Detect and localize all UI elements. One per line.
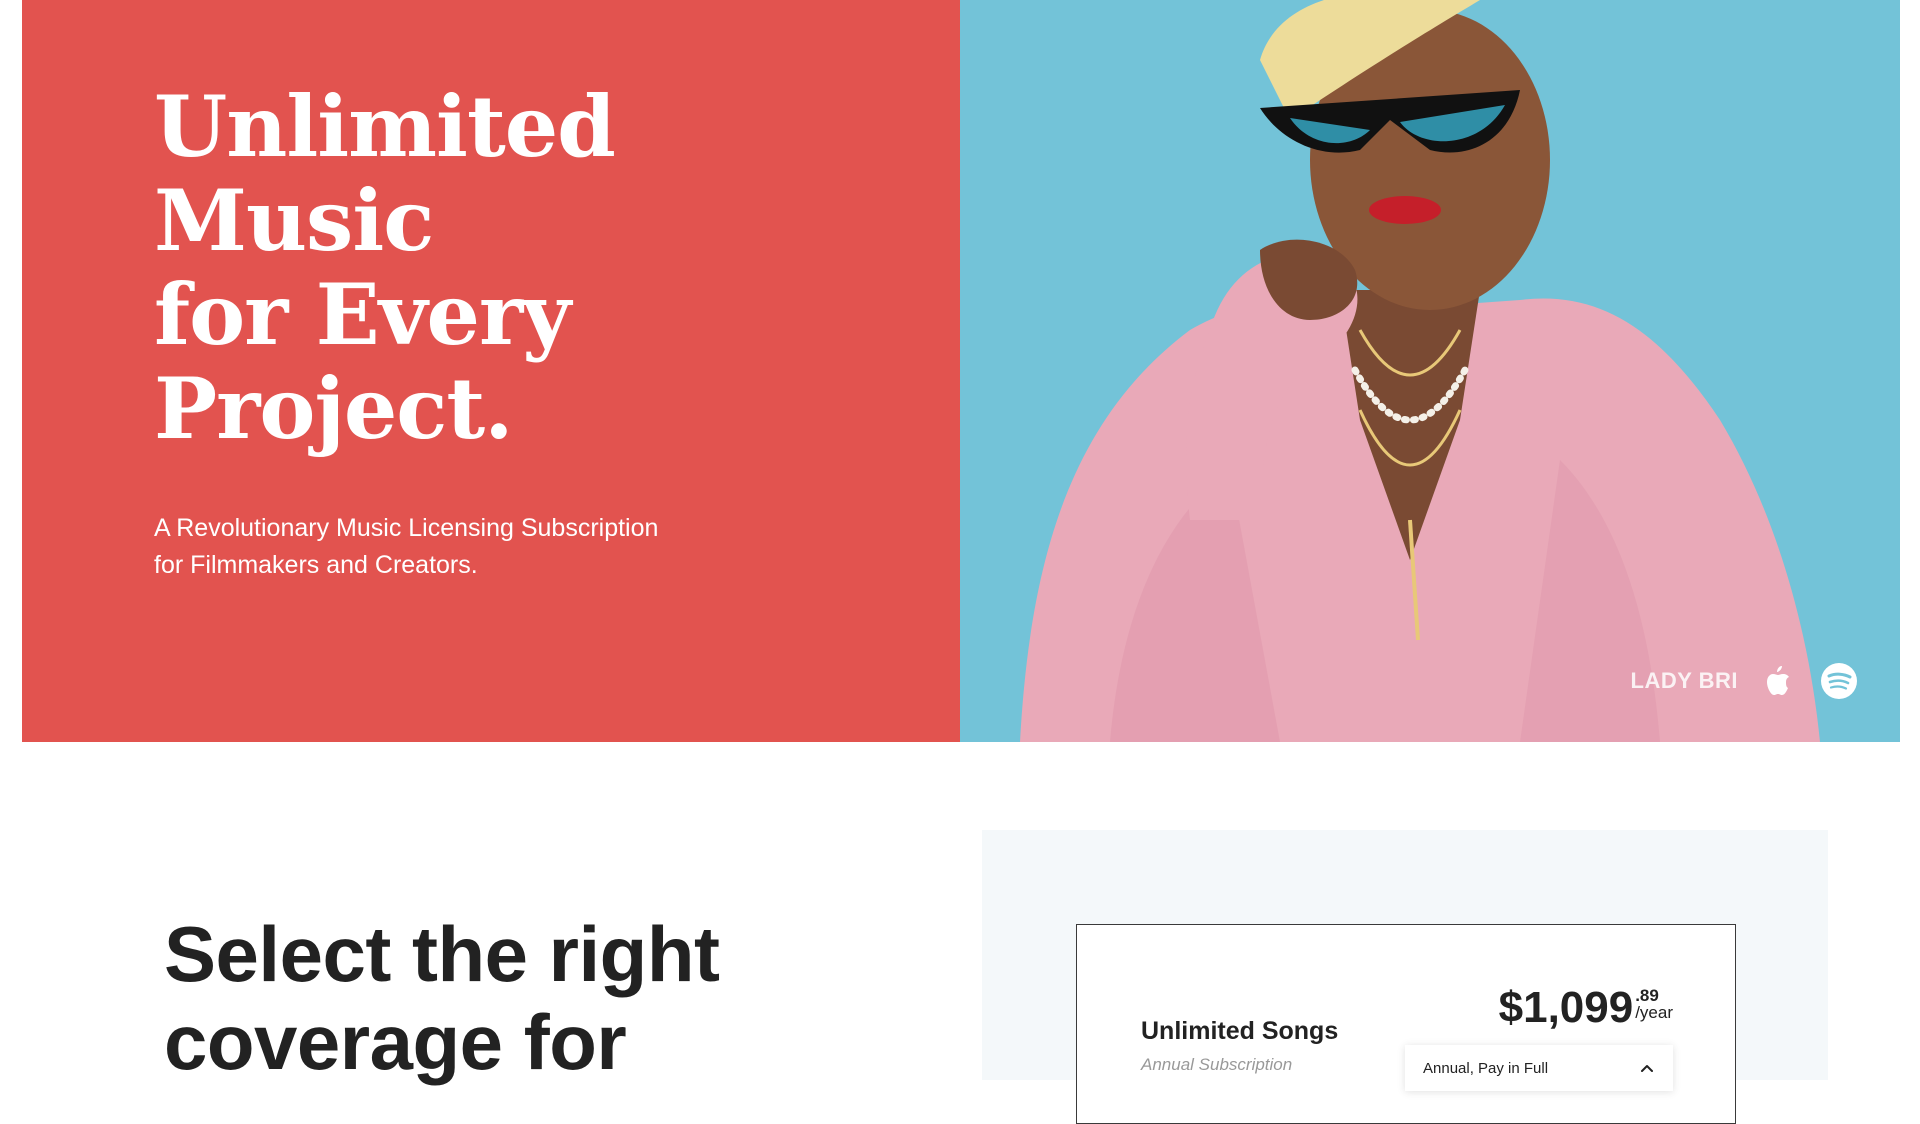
hero-text-panel: Unlimited Music for Every Project. A Rev… — [22, 0, 960, 742]
pricing-panel: Unlimited Songs Annual Subscription $1,0… — [982, 830, 1828, 1124]
hero-title: Unlimited Music for Every Project. — [154, 77, 616, 458]
spotify-icon[interactable] — [1820, 662, 1858, 700]
billing-option-value: Annual, Pay in Full — [1423, 1059, 1549, 1077]
plan-type: Annual Subscription — [1141, 1055, 1293, 1074]
price-dollars: $1,099 — [1498, 983, 1634, 1032]
hero-subtitle-line: for Filmmakers and Creators. — [154, 551, 478, 579]
hero-artist-photo: LADY BRI — [960, 0, 1900, 742]
plan-name: Unlimited Songs — [1141, 1017, 1339, 1045]
hero-title-line: Project. — [154, 359, 513, 458]
coverage-heading-line: coverage for — [164, 998, 627, 1086]
hero-subtitle-line: A Revolutionary Music Licensing Subscrip… — [154, 514, 659, 542]
artist-portrait-illustration — [960, 0, 1900, 742]
billing-option-select[interactable]: Annual, Pay in Full — [1405, 1045, 1673, 1091]
plan-card[interactable]: Unlimited Songs Annual Subscription $1,0… — [1076, 924, 1736, 1124]
hero-title-line: Music — [154, 171, 434, 270]
hero-banner: Unlimited Music for Every Project. A Rev… — [22, 0, 1900, 742]
coverage-heading-line: Select the right — [164, 910, 720, 998]
artist-credit: LADY BRI — [1631, 662, 1859, 700]
artist-name: LADY BRI — [1630, 668, 1738, 693]
chevron-up-icon — [1639, 1060, 1655, 1076]
price-suffix: .89 /year — [1635, 987, 1673, 1021]
plan-price: $1,099 .89 /year — [1499, 983, 1673, 1033]
price-period: /year — [1635, 1003, 1673, 1022]
coverage-heading: Select the right coverage for — [164, 910, 720, 1086]
price-cents: .89 — [1635, 986, 1659, 1005]
hero-title-line: Unlimited — [154, 77, 616, 176]
apple-music-icon[interactable] — [1760, 662, 1798, 700]
hero-title-line: for Every — [154, 265, 571, 364]
hero-subtitle: A Revolutionary Music Licensing Subscrip… — [154, 510, 754, 584]
